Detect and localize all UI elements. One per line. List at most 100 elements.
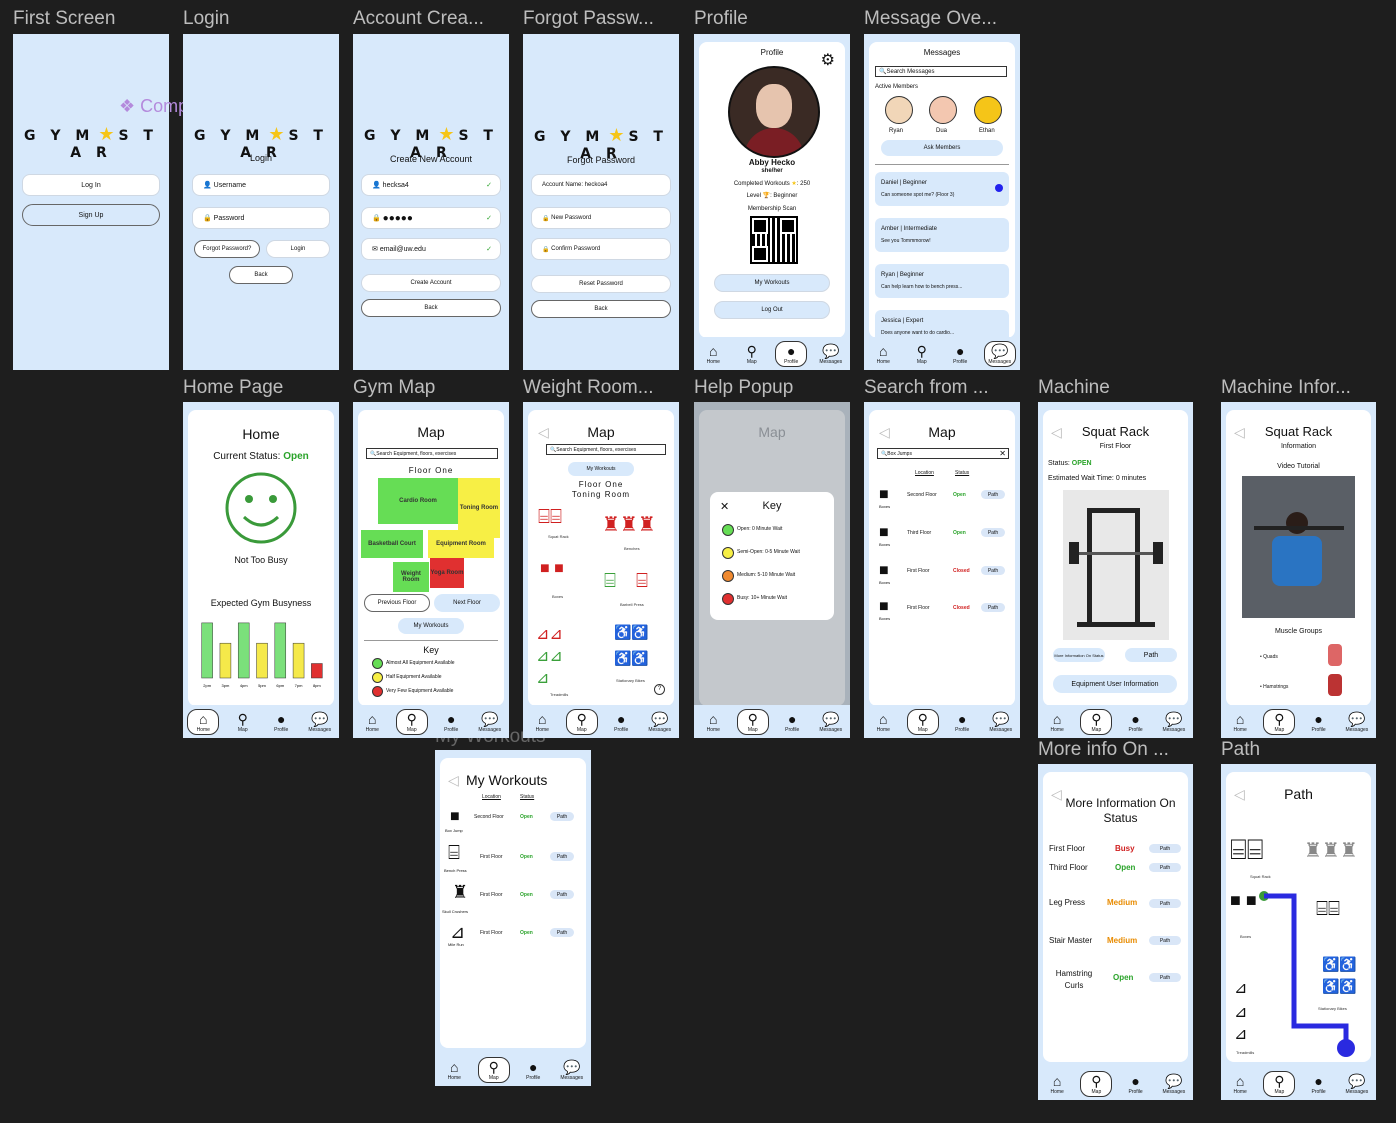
path-button[interactable]: Path: [550, 928, 574, 937]
nav-home[interactable]: ⌂ Home: [527, 711, 557, 733]
barbell-press-icon[interactable]: ⌸: [604, 570, 616, 593]
clear-icon[interactable]: ✕: [999, 449, 1006, 458]
nav-profile[interactable]: ● Profile: [436, 711, 466, 733]
nav-home[interactable]: ⌂ Home: [187, 708, 220, 735]
treadmill-icon[interactable]: ⊿: [1234, 978, 1247, 998]
message-thread[interactable]: Amber | Intermediate See you Tommmorow!: [875, 218, 1009, 252]
path-button[interactable]: Path: [1125, 648, 1177, 662]
nav-profile[interactable]: ● Profile: [1121, 711, 1151, 733]
new-username-field[interactable]: 👤 hecksa4 ✓: [361, 174, 501, 196]
my-workouts-button[interactable]: My Workouts: [398, 618, 464, 634]
login-button[interactable]: Log In: [22, 174, 160, 196]
avatar[interactable]: [885, 96, 913, 124]
create-account-button[interactable]: Create Account: [361, 274, 501, 292]
nav-map[interactable]: ⚲ Map: [565, 708, 598, 735]
back-button[interactable]: Back: [531, 300, 671, 318]
signup-button[interactable]: Sign Up: [22, 204, 160, 226]
nav-messages[interactable]: 💬 Messages: [983, 340, 1016, 367]
nav-profile[interactable]: ● Profile: [606, 711, 636, 733]
nav-messages[interactable]: 💬 Messages: [645, 711, 675, 733]
path-button[interactable]: Path: [1149, 899, 1181, 908]
nav-home[interactable]: ⌂ Home: [1042, 1073, 1072, 1095]
nav-profile[interactable]: ● Profile: [1304, 1073, 1334, 1095]
more-info-button[interactable]: More Information On Status: [1053, 648, 1105, 662]
next-floor-button[interactable]: Next Floor: [434, 594, 500, 612]
path-button[interactable]: Path: [1149, 973, 1181, 982]
nav-messages[interactable]: 💬 Messages: [1159, 1073, 1189, 1095]
bench-icon[interactable]: ♜♜♜: [1304, 838, 1358, 863]
nav-messages[interactable]: 💬 Messages: [1342, 1073, 1372, 1095]
avatar[interactable]: [929, 96, 957, 124]
login-submit-button[interactable]: Login: [266, 240, 330, 258]
video-tutorial-player[interactable]: [1242, 476, 1355, 618]
path-button[interactable]: Path: [981, 603, 1005, 612]
treadmill-icon[interactable]: ⊿: [1234, 1024, 1247, 1044]
nav-home[interactable]: ⌂ Home: [868, 343, 898, 365]
my-workouts-button[interactable]: My Workouts: [714, 274, 830, 292]
treadmill-icon[interactable]: ⊿: [536, 668, 549, 688]
search-input[interactable]: 🔍 Box Jumps ✕: [877, 448, 1009, 459]
nav-home[interactable]: ⌂ Home: [698, 711, 728, 733]
bike-icon[interactable]: ♿♿: [614, 624, 649, 641]
path-button[interactable]: Path: [1149, 863, 1181, 872]
back-arrow-icon[interactable]: ◁: [448, 772, 459, 789]
nav-map[interactable]: ⚲ Map: [906, 708, 939, 735]
reset-password-button[interactable]: Reset Password: [531, 275, 671, 293]
confirm-password-field[interactable]: 🔒 Confirm Password: [531, 238, 671, 260]
room-basketball[interactable]: Basketball Court: [361, 530, 423, 558]
nav-map[interactable]: ⚲ Map: [737, 343, 767, 365]
treadmill-icon[interactable]: ⊿: [1234, 1002, 1247, 1022]
nav-home[interactable]: ⌂ Home: [868, 711, 898, 733]
room-equipment[interactable]: Equipment Room: [428, 530, 494, 558]
account-name-field[interactable]: Account Name: heckoa4: [531, 174, 671, 196]
message-thread[interactable]: Ryan | Beginner Can help learn how to be…: [875, 264, 1009, 298]
nav-profile[interactable]: ● Profile: [1304, 711, 1334, 733]
room-toning[interactable]: Toning Room: [458, 478, 500, 538]
bench-icon[interactable]: ♜♜♜: [602, 512, 656, 537]
room-cardio[interactable]: Cardio Room: [378, 478, 458, 524]
back-button[interactable]: Back: [229, 266, 293, 284]
path-button[interactable]: Path: [550, 812, 574, 821]
box-icon[interactable]: ■ ■: [1230, 890, 1257, 911]
squat-rack-icon[interactable]: ⌸⌸: [538, 506, 562, 529]
nav-profile[interactable]: ● Profile: [777, 711, 807, 733]
nav-map[interactable]: ⚲ Map: [395, 708, 428, 735]
new-password-field[interactable]: 🔒 New Password: [531, 207, 671, 229]
nav-profile[interactable]: ● Profile: [1121, 1073, 1151, 1095]
nav-messages[interactable]: 💬 Messages: [557, 1059, 587, 1081]
path-button[interactable]: Path: [981, 490, 1005, 499]
nav-home[interactable]: ⌂ Home: [698, 343, 728, 365]
nav-map[interactable]: ⚲ Map: [477, 1056, 510, 1083]
nav-map[interactable]: ⚲ Map: [1263, 708, 1296, 735]
room-weight[interactable]: Weight Room: [393, 562, 429, 592]
path-button[interactable]: Path: [1149, 844, 1181, 853]
nav-map[interactable]: ⚲ Map: [1080, 708, 1113, 735]
new-password-field[interactable]: 🔒 ●●●●● ✓: [361, 207, 501, 229]
path-button[interactable]: Path: [550, 852, 574, 861]
forgot-password-button[interactable]: Forgot Password?: [194, 240, 260, 258]
nav-profile[interactable]: ● Profile: [266, 711, 296, 733]
avatar[interactable]: [974, 96, 1002, 124]
nav-home[interactable]: ⌂ Home: [1042, 711, 1072, 733]
logout-button[interactable]: Log Out: [714, 301, 830, 319]
barbell-press-icon[interactable]: ⌸: [636, 570, 648, 593]
nav-map[interactable]: ⚲ Map: [736, 708, 769, 735]
search-input[interactable]: 🔍 Search Equipment, floors, exercises: [366, 448, 498, 459]
path-button[interactable]: Path: [981, 528, 1005, 537]
path-button[interactable]: Path: [1149, 936, 1181, 945]
password-field[interactable]: 🔒 Password: [192, 207, 330, 229]
nav-messages[interactable]: 💬 Messages: [816, 711, 846, 733]
treadmill-icon[interactable]: ⊿⊿: [536, 646, 563, 666]
nav-home[interactable]: ⌂ Home: [1225, 711, 1255, 733]
bike-icon[interactable]: ♿♿: [614, 650, 649, 667]
nav-profile[interactable]: ● Profile: [947, 711, 977, 733]
ask-members-button[interactable]: Ask Members: [881, 140, 1003, 156]
nav-profile[interactable]: ● Profile: [775, 340, 808, 367]
nav-home[interactable]: ⌂ Home: [357, 711, 387, 733]
squat-rack-icon[interactable]: ⌸⌸: [1230, 834, 1264, 867]
nav-map[interactable]: ⚲ Map: [1080, 1070, 1113, 1097]
search-input[interactable]: 🔍 Search Messages: [875, 66, 1007, 77]
nav-messages[interactable]: 💬 Messages: [986, 711, 1016, 733]
path-button[interactable]: Path: [981, 566, 1005, 575]
search-input[interactable]: 🔍 Search Equipment, floors, exercises: [546, 444, 666, 455]
